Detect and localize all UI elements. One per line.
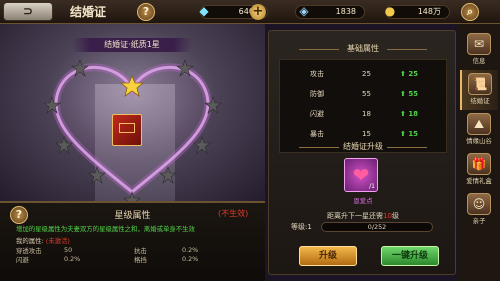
valley-icon: ⛰ bbox=[467, 113, 491, 135]
upgrade-title: 结婚证升级 bbox=[269, 141, 457, 153]
attr-name: 闪避 bbox=[16, 256, 29, 264]
stat-row: 暴击 15 ⬆ 15 bbox=[280, 126, 448, 142]
attr-value: 50 bbox=[64, 246, 73, 254]
level-progress-text: 0/252 bbox=[367, 223, 387, 231]
tab-label: 结婚证 bbox=[470, 97, 490, 105]
coin-value: 148万 bbox=[417, 7, 441, 16]
certificate-scene: 结婚证·纸质1星 bbox=[0, 24, 265, 201]
hearts-icon: ❤ bbox=[352, 163, 370, 187]
stat-name: 闪避 bbox=[310, 110, 324, 118]
stat-value: 55 bbox=[362, 90, 371, 98]
attr-name: 格挡 bbox=[134, 256, 147, 264]
stat-value: 15 bbox=[362, 130, 371, 138]
help-button[interactable]: ? bbox=[137, 3, 155, 21]
my-attr-status: (未激活) bbox=[45, 237, 70, 245]
stat-row: 闪避 18 ⬆ 18 bbox=[280, 106, 448, 122]
up-arrow-icon: ⬆ bbox=[400, 70, 406, 78]
star-attribute-panel: ? 星级属性 (不生效) 增加的星级属性为夫妻双方的星级属性之和，离婚或单身不生… bbox=[0, 201, 265, 281]
page-title: 结婚证 bbox=[70, 5, 107, 19]
upgrade-button[interactable]: 升级 bbox=[299, 246, 357, 266]
stat-bonus: ⬆ 15 bbox=[400, 126, 418, 142]
stat-value: 25 bbox=[362, 70, 371, 78]
star-slot-icon bbox=[123, 191, 141, 201]
love-item-count: /1 bbox=[369, 183, 375, 190]
one-click-upgrade-button[interactable]: 一键升级 bbox=[381, 246, 439, 266]
tab-certificate[interactable]: 📜 结婚证 bbox=[460, 70, 498, 110]
attr-name: 抗击 bbox=[134, 247, 147, 255]
stat-bonus: ⬆ 25 bbox=[400, 66, 418, 82]
attr-name: 穿透攻击 bbox=[16, 247, 42, 255]
up-arrow-icon: ⬆ bbox=[400, 130, 406, 138]
my-attr-line: 我的属性: (未激活) bbox=[16, 236, 70, 245]
tab-label: 情缘山谷 bbox=[466, 137, 492, 145]
stat-bonus: ⬆ 18 bbox=[400, 106, 418, 122]
stat-bonus-value: 25 bbox=[408, 70, 419, 78]
back-button[interactable]: ⊃ bbox=[3, 2, 53, 21]
search-icon[interactable]: ⌕ bbox=[461, 3, 479, 21]
tab-child[interactable]: ☺ 亲子 bbox=[460, 190, 498, 230]
certificate-label: 结婚证·纸质1星 bbox=[72, 38, 192, 52]
tab-info[interactable]: ✉ 信息 bbox=[460, 30, 498, 70]
gift-box-icon: 🎁 bbox=[467, 153, 491, 175]
tab-valley[interactable]: ⛰ 情缘山谷 bbox=[460, 110, 498, 150]
tab-gift-box[interactable]: 🎁 爱情礼盒 bbox=[460, 150, 498, 190]
basic-attr-table: 攻击 25 ⬆ 25 防御 55 ⬆ 55 闪避 18 ⬆ 18 暴击 15 ⬆… bbox=[279, 59, 447, 153]
stat-value: 18 bbox=[362, 110, 371, 118]
star-attr-status: (不生效) bbox=[218, 209, 249, 218]
my-attr-label: 我的属性: bbox=[16, 237, 44, 245]
up-arrow-icon: ⬆ bbox=[400, 110, 406, 118]
info-icon: ✉ bbox=[467, 33, 491, 55]
certificate-icon: 📜 bbox=[468, 73, 492, 95]
top-bar: ⊃ 结婚证 ? 6406 ◆ + 1838 ◈ 148万 ● ⌕ bbox=[0, 0, 500, 24]
next-star-suffix: 级 bbox=[391, 212, 399, 220]
tab-label: 亲子 bbox=[472, 217, 486, 225]
attr-value: 0.2% bbox=[64, 255, 81, 263]
diamond-icon: ◆ bbox=[199, 4, 209, 18]
certificate-book-icon[interactable] bbox=[112, 114, 142, 146]
love-points-item[interactable]: ❤ /1 bbox=[344, 158, 378, 192]
level-label: 等级:1 bbox=[291, 223, 312, 231]
next-star-value: 10 bbox=[383, 212, 392, 220]
up-arrow-icon: ⬆ bbox=[400, 90, 406, 98]
stat-name: 暴击 bbox=[310, 130, 324, 138]
next-star-prefix: 距离升下一星还需 bbox=[327, 212, 384, 220]
add-diamond-button[interactable]: + bbox=[250, 4, 266, 20]
coin-icon: ● bbox=[384, 4, 396, 18]
stat-bonus-value: 55 bbox=[408, 90, 419, 98]
stat-name: 攻击 bbox=[310, 70, 324, 78]
stat-name: 防御 bbox=[310, 90, 324, 98]
bound-diamond-value: 1838 bbox=[335, 7, 356, 16]
tab-label: 信息 bbox=[472, 57, 486, 65]
level-progress-bar: 0/252 bbox=[321, 222, 433, 232]
stat-row: 防御 55 ⬆ 55 bbox=[280, 86, 448, 102]
love-item-name: 恩爱点 bbox=[353, 197, 373, 205]
stat-bonus-value: 18 bbox=[408, 110, 419, 118]
next-star-info: 距离升下一星还需10级 bbox=[269, 211, 457, 221]
stat-row: 攻击 25 ⬆ 25 bbox=[280, 66, 448, 82]
attr-value: 0.2% bbox=[182, 246, 199, 254]
basic-attr-title: 基础属性 bbox=[269, 43, 457, 55]
side-tab-bar: ✉ 信息 📜 结婚证 ⛰ 情缘山谷 🎁 爱情礼盒 ☺ 亲子 bbox=[458, 24, 500, 281]
attr-value: 0.2% bbox=[182, 255, 199, 263]
child-icon: ☺ bbox=[467, 193, 491, 215]
certificate-detail-panel: 基础属性 攻击 25 ⬆ 25 防御 55 ⬆ 55 闪避 18 ⬆ 18 暴击… bbox=[268, 30, 456, 275]
star-attr-description: 增加的星级属性为夫妻双方的星级属性之和，离婚或单身不生效 bbox=[16, 225, 195, 233]
tab-label: 爱情礼盒 bbox=[466, 177, 492, 185]
stat-bonus-value: 15 bbox=[408, 130, 419, 138]
bound-diamond-icon: ◈ bbox=[299, 4, 309, 18]
stat-bonus: ⬆ 55 bbox=[400, 86, 418, 102]
